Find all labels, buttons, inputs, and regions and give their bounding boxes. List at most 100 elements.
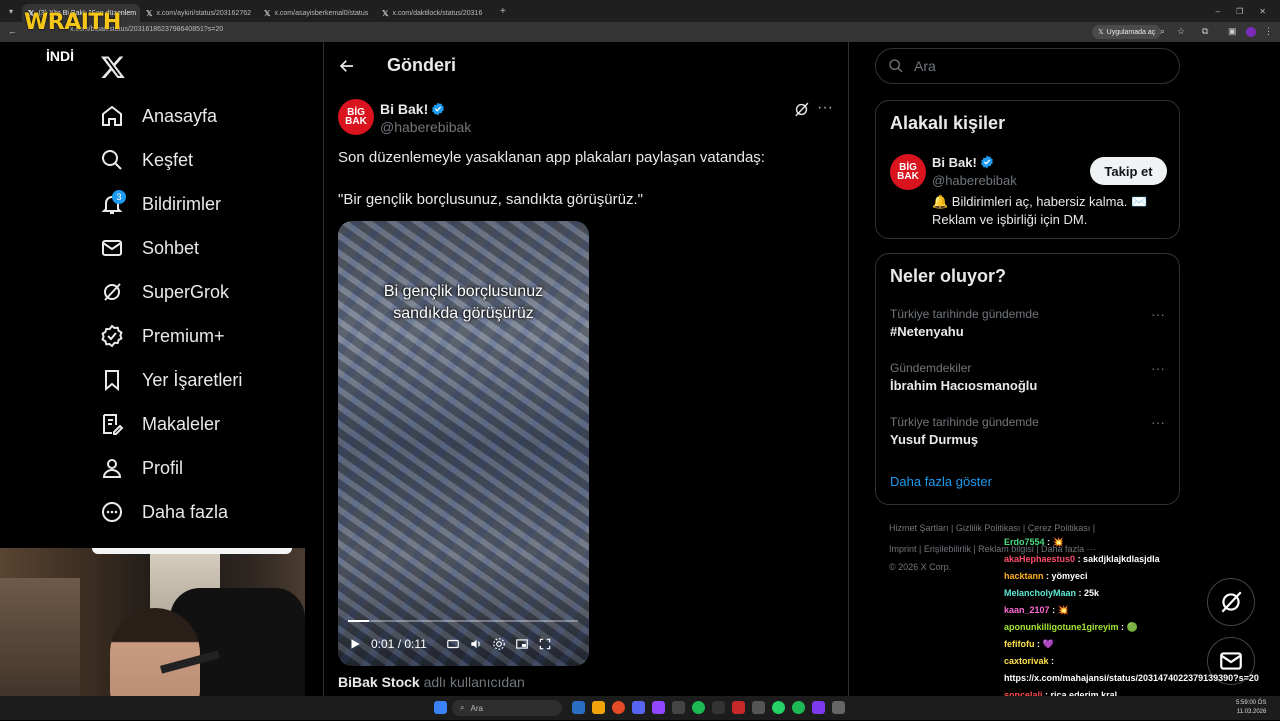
settings-icon[interactable] (492, 637, 506, 651)
search-icon (889, 59, 903, 73)
app-icon[interactable] (832, 701, 845, 714)
author-avatar[interactable]: BİG BAK (338, 99, 374, 135)
chat-message: caxtorivak : (1004, 653, 1280, 670)
close-window-icon[interactable]: ✕ (1259, 7, 1266, 16)
task-view-icon[interactable] (572, 701, 585, 714)
nav-label: Yer İşaretleri (142, 369, 243, 390)
nav-item-bookmarks[interactable]: Yer İşaretleri (100, 365, 242, 395)
search-icon (102, 150, 122, 170)
nav-item-more[interactable]: Daha fazla (100, 497, 228, 527)
tab[interactable]: 𝕏 x.com/aykiri/status/203162762 (140, 4, 258, 22)
nav-item-premium[interactable]: Premium+ (100, 321, 225, 351)
discord-icon[interactable] (632, 701, 645, 714)
show-more-link[interactable]: Daha fazla göster (890, 474, 992, 489)
file-explorer-icon[interactable] (592, 701, 605, 714)
tab[interactable]: 𝕏 x.com/daktilock/status/20316 (376, 4, 494, 22)
nav-item-home[interactable]: Anasayfa (100, 101, 217, 131)
follow-button[interactable]: Takip et (1090, 157, 1167, 185)
back-arrow-icon[interactable] (338, 57, 356, 75)
trend-category: Türkiye tarihinde gündemde (890, 307, 1039, 321)
trend-more-icon[interactable]: ··· (1151, 360, 1165, 376)
maximize-icon[interactable]: ❐ (1236, 7, 1243, 16)
nav-label: Daha fazla (142, 501, 229, 522)
window-controls: – ❐ ✕ (1216, 7, 1280, 16)
chat-text: : 🟢 (1121, 622, 1138, 632)
open-in-app-button[interactable]: 𝕏 Uygulamada aç (1092, 25, 1162, 39)
nav-label: SuperGrok (142, 281, 230, 302)
spotify-icon[interactable] (792, 701, 805, 714)
x-logo-icon[interactable] (100, 54, 126, 80)
column-divider (848, 42, 849, 720)
nav-item-profile[interactable]: Profil (100, 453, 183, 483)
nav-item-supergrok[interactable]: SuperGrok (100, 277, 229, 307)
bookmark-icon (105, 370, 119, 392)
author-handle[interactable]: @haberebibak (380, 119, 471, 135)
taskbar-clock[interactable]: 5:59:00 ÖS 11.03.2026 (1236, 699, 1266, 717)
author-name[interactable]: Bi Bak! (380, 101, 445, 117)
footer-links[interactable]: Hizmet Şartları | Gizlilik Politikası | … (889, 523, 1095, 533)
trend-category: Gündemdekiler (890, 361, 972, 375)
tab[interactable]: 𝕏 x.com/asayisberkemal0/status (258, 4, 376, 22)
chat-text: : 25k (1078, 588, 1100, 598)
spotify-icon[interactable] (692, 701, 705, 714)
chat-username: Erdo7554 (1004, 537, 1045, 547)
fullscreen-icon[interactable] (538, 637, 552, 651)
zoom-icon[interactable]: ⌕ (1160, 26, 1165, 37)
browser-tab-bar: ▾ 𝕏 (3) X'te Bi Bak!: "Son düzenlem ✕ 𝕏 … (0, 0, 1280, 22)
mail-icon (102, 240, 122, 256)
profile-avatar[interactable] (1246, 27, 1256, 37)
more-circle-icon (102, 502, 122, 522)
related-name[interactable]: Bi Bak! (932, 155, 994, 170)
new-tab-button[interactable]: + (494, 6, 506, 17)
extensions-icon[interactable]: ⧉ (1202, 26, 1208, 37)
app-icon[interactable] (812, 701, 825, 714)
x-favicon-icon: 𝕏 (382, 8, 389, 18)
post-video[interactable]: Bi gençlik borçlusunuz sandıkda görüşürü… (338, 221, 589, 666)
pip-icon[interactable] (515, 637, 529, 651)
tab-list-icon[interactable]: ▾ (0, 7, 22, 16)
trend-more-icon[interactable]: ··· (1151, 306, 1165, 322)
star-icon[interactable]: ☆ (1177, 26, 1185, 37)
chat-message: fefifofu : 💜 (1004, 636, 1280, 653)
x-favicon-icon: 𝕏 (1098, 29, 1104, 36)
video-time: 0:01 / 0:11 (371, 637, 427, 651)
search-input[interactable]: Ara (875, 48, 1180, 84)
app-icon[interactable] (732, 701, 745, 714)
minimize-icon[interactable]: – (1216, 7, 1220, 16)
windows-start-icon[interactable] (434, 701, 447, 714)
back-icon[interactable]: ← (8, 26, 17, 36)
menu-icon[interactable]: ⋮ (1264, 26, 1273, 37)
app-icon[interactable] (712, 701, 725, 714)
nav-item-articles[interactable]: Makaleler (100, 409, 220, 439)
taskbar-search[interactable]: ⌕ Ara (452, 700, 562, 716)
grok-icon (104, 283, 121, 301)
play-icon[interactable] (348, 637, 362, 651)
post-text-line: Son düzenlemeyle yasaklanan app plakalar… (338, 149, 765, 166)
nav-item-explore[interactable]: Keşfet (100, 145, 193, 175)
nav-item-chat[interactable]: Sohbet (100, 233, 199, 263)
tab-label: x.com/aykiri/status/203162762 (156, 9, 252, 17)
chat-text: : 💜 (1037, 639, 1054, 649)
chat-text: : 💥 (1052, 605, 1069, 615)
streamer-webcam (0, 548, 305, 720)
app-icon[interactable] (752, 701, 765, 714)
related-avatar[interactable]: BİG BAK (890, 154, 926, 190)
volume-icon[interactable] (469, 637, 483, 651)
chrome-icon[interactable] (612, 701, 625, 714)
stream-brand-logo: WRAITH (24, 10, 121, 35)
trend-item[interactable]: #Netenyahu (890, 324, 964, 339)
more-options-icon[interactable]: ··· (817, 99, 833, 117)
chat-message: hacktann : yömyeci (1004, 568, 1280, 585)
captions-icon[interactable] (446, 637, 460, 651)
user-icon (102, 459, 122, 478)
trend-item[interactable]: Yusuf Durmuş (890, 432, 978, 447)
trend-item[interactable]: İbrahim Hacıosmanoğlu (890, 378, 1037, 393)
app-icon[interactable] (672, 701, 685, 714)
sidebar-icon[interactable]: ▣ (1228, 26, 1237, 37)
grok-icon[interactable] (793, 101, 810, 118)
twitch-icon[interactable] (652, 701, 665, 714)
whatsapp-icon[interactable] (772, 701, 785, 714)
nav-item-notifications[interactable]: 3 Bildirimler (100, 189, 221, 219)
related-handle[interactable]: @haberebibak (932, 173, 1017, 188)
trend-more-icon[interactable]: ··· (1151, 414, 1165, 430)
